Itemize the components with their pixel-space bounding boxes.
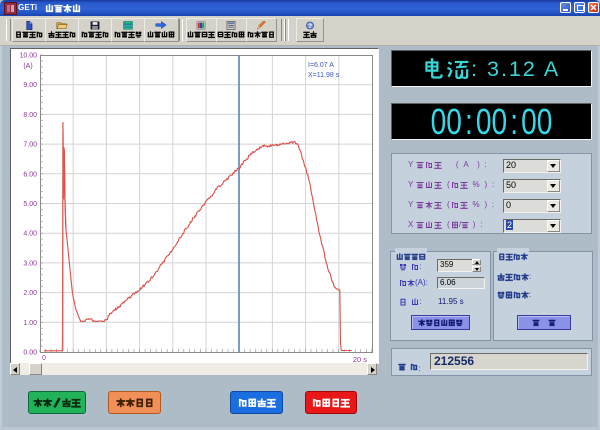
svg-text:2.00: 2.00 [23,290,37,297]
svg-text:6.00: 6.00 [23,171,37,178]
svg-text:8.00: 8.00 [23,112,37,119]
svg-text:I=6.07 A: I=6.07 A [308,62,334,69]
svg-text:1.00: 1.00 [23,320,37,327]
svg-text:7.00: 7.00 [23,142,37,149]
svg-text:3.00: 3.00 [23,260,37,267]
svg-text:10.00: 10.00 [19,53,37,60]
svg-text:?: ? [308,22,312,29]
svg-text:X=11.98 s: X=11.98 s [308,72,340,79]
svg-text:(A): (A) [23,63,32,70]
svg-text:4.00: 4.00 [23,231,37,238]
svg-text:0: 0 [42,355,46,362]
svg-text:9.00: 9.00 [23,82,37,89]
svg-text:0.00: 0.00 [23,350,37,357]
svg-text:5.00: 5.00 [23,201,37,208]
